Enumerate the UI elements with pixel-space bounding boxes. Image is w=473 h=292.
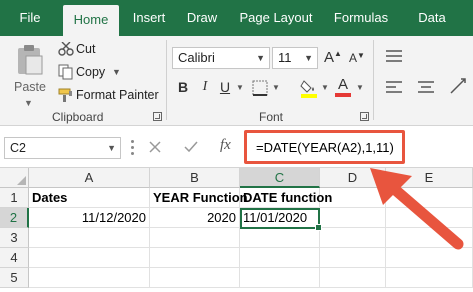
annotation-arrow-icon	[370, 168, 464, 250]
